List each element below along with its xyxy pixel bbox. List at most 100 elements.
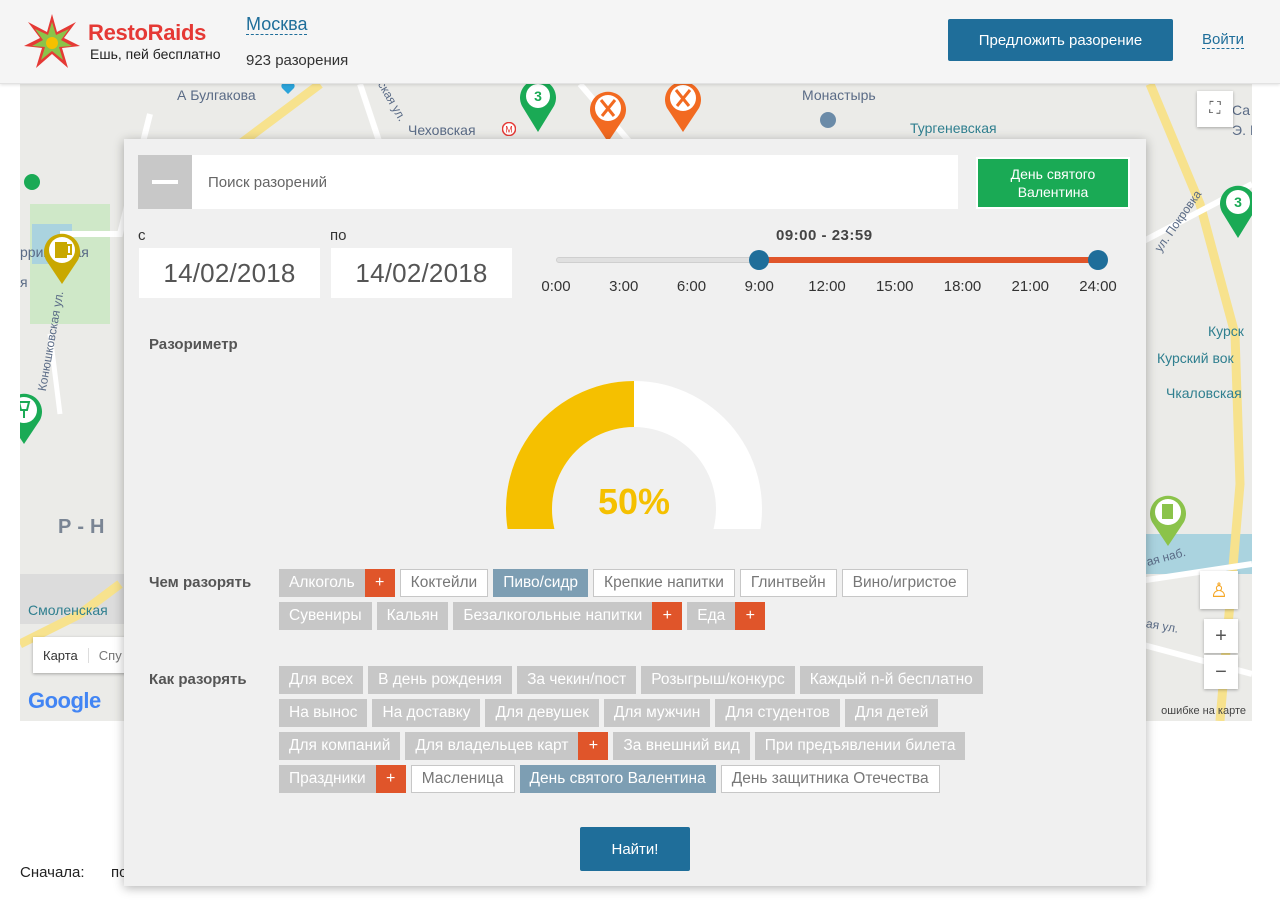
filter-tag[interactable]: Для владельцев карт + — [405, 732, 609, 760]
date-to-label: по — [330, 227, 347, 244]
filter-tag-label[interactable]: Для студентов — [715, 699, 840, 727]
filter-tag-label[interactable]: Сувениры — [279, 602, 372, 630]
collapse-panel-button[interactable] — [138, 155, 192, 209]
filter-tag-label[interactable]: День святого Валентина — [519, 765, 716, 793]
filter-tag-label[interactable]: При предъявлении билета — [754, 732, 966, 760]
filter-tag-label[interactable]: Безалкогольные напитки — [453, 602, 653, 630]
filter-tag-label[interactable]: Праздники — [279, 765, 376, 793]
filter-tag[interactable]: Для всех — [279, 666, 364, 694]
filter-tag-label[interactable]: Вино/игристое — [841, 569, 968, 597]
filter-tag-label[interactable]: За чекин/пост — [517, 666, 637, 694]
time-slider-end-handle[interactable] — [1088, 250, 1108, 270]
filter-tag-label[interactable]: Розыгрыш/конкурс — [641, 666, 795, 694]
filter-tag[interactable]: День защитника Отечества — [720, 765, 940, 793]
filter-tag[interactable]: День святого Валентина — [519, 765, 716, 793]
how-label: Как разорять — [149, 671, 247, 688]
expand-plus-icon[interactable]: + — [652, 602, 683, 630]
date-to-input[interactable]: 14/02/2018 — [331, 248, 512, 298]
filter-tag-label[interactable]: Каждый n-й бесплатно — [799, 666, 983, 694]
filter-tag[interactable]: Безалкогольные напитки + — [453, 602, 683, 630]
metro-icon: M — [502, 122, 516, 136]
filter-tag-label[interactable]: Для детей — [844, 699, 939, 727]
wine-pin-icon[interactable] — [20, 390, 46, 446]
filter-tag-label[interactable]: На вынос — [279, 699, 368, 727]
filter-tag[interactable]: Каждый n-й бесплатно — [799, 666, 983, 694]
filter-tag-label[interactable]: Пиво/сидр — [493, 569, 589, 597]
map-label-ya: я — [20, 274, 28, 290]
expand-plus-icon[interactable]: + — [375, 765, 406, 793]
filter-tag[interactable]: Алкоголь + — [279, 569, 395, 597]
filter-tag-label[interactable]: За внешний вид — [613, 732, 750, 760]
filter-tag[interactable]: Масленица — [410, 765, 515, 793]
zoom-out-button[interactable]: − — [1204, 655, 1238, 689]
filter-tag-label[interactable]: Для компаний — [279, 732, 401, 760]
filter-tag-label[interactable]: Глинтвейн — [739, 569, 837, 597]
filter-tag[interactable]: На вынос — [279, 699, 368, 727]
filter-tag[interactable]: За чекин/пост — [517, 666, 637, 694]
filter-tag[interactable]: Вино/игристое — [841, 569, 968, 597]
restaurant-pin-icon[interactable] — [586, 88, 630, 144]
date-from-input[interactable]: 14/02/2018 — [139, 248, 320, 298]
find-button[interactable]: Найти! — [580, 827, 690, 871]
filter-tag-label[interactable]: В день рождения — [368, 666, 513, 694]
propose-raid-button[interactable]: Предложить разорение — [948, 19, 1173, 61]
filter-tag[interactable]: В день рождения — [368, 666, 513, 694]
sort-label: Сначала: — [20, 864, 85, 881]
expand-plus-icon[interactable]: + — [735, 602, 766, 630]
filter-tag[interactable]: Для компаний — [279, 732, 401, 760]
filter-tag-label[interactable]: Для мужчин — [603, 699, 711, 727]
filter-tag[interactable]: Для студентов — [715, 699, 840, 727]
filter-tag[interactable]: Коктейли — [399, 569, 489, 597]
filter-tag-label[interactable]: Коктейли — [399, 569, 489, 597]
filter-tag[interactable]: Крепкие напитки — [593, 569, 735, 597]
filter-tag[interactable]: Глинтвейн — [739, 569, 837, 597]
filter-tag[interactable]: Сувениры — [279, 602, 372, 630]
filter-tag-label[interactable]: На доставку — [372, 699, 481, 727]
filter-tag-label[interactable]: Масленица — [410, 765, 515, 793]
filter-tag-label[interactable]: Для всех — [279, 666, 364, 694]
filter-tag[interactable]: Праздники + — [279, 765, 406, 793]
filter-tag-label[interactable]: День защитника Отечества — [720, 765, 940, 793]
time-tick-label: 6:00 — [676, 278, 707, 295]
pegman-icon[interactable]: ♙ — [1200, 571, 1238, 609]
brand-name[interactable]: RestoRaids — [88, 20, 206, 46]
filter-tag[interactable]: За внешний вид — [613, 732, 750, 760]
expand-plus-icon[interactable]: + — [364, 569, 395, 597]
filter-tag[interactable]: На доставку — [372, 699, 481, 727]
map-error-link[interactable]: ошибке на карте — [1161, 705, 1246, 717]
filter-tag[interactable]: Еда + — [687, 602, 766, 630]
filter-tag[interactable]: Для детей — [844, 699, 939, 727]
login-link[interactable]: Войти — [1202, 31, 1244, 49]
filter-tag-label[interactable]: Для девушек — [485, 699, 599, 727]
filter-tag[interactable]: Для девушек — [485, 699, 599, 727]
filter-tag-label[interactable]: Для владельцев карт — [405, 732, 579, 760]
fullscreen-icon[interactable]: ⛶ — [1197, 91, 1233, 127]
time-slider-start-handle[interactable] — [749, 250, 770, 270]
map-type-control[interactable]: Карта Спу — [33, 637, 129, 673]
search-input[interactable] — [192, 155, 958, 209]
city-selector[interactable]: Москва — [246, 14, 308, 35]
map-type-map[interactable]: Карта — [33, 648, 88, 663]
filter-tag-label[interactable]: Алкоголь — [279, 569, 365, 597]
restaurant-pin-icon[interactable] — [661, 84, 705, 134]
filter-tag[interactable]: Розыгрыш/конкурс — [641, 666, 795, 694]
time-range-label: 09:00 - 23:59 — [776, 227, 873, 244]
date-from-label: с — [138, 227, 146, 244]
expand-plus-icon[interactable]: + — [578, 732, 609, 760]
logo-star-icon[interactable] — [22, 12, 82, 72]
drink-pin-icon[interactable] — [1146, 492, 1190, 548]
zoom-in-button[interactable]: + — [1204, 619, 1238, 653]
filter-tag-label[interactable]: Крепкие напитки — [593, 569, 735, 597]
number-pin-icon[interactable]: 3 — [516, 84, 560, 134]
filter-tag[interactable]: Кальян — [376, 602, 449, 630]
map-label-turgenevskaya: Тургеневская — [910, 120, 997, 136]
filter-tag[interactable]: При предъявлении билета — [754, 732, 966, 760]
time-tick-label: 9:00 — [744, 278, 774, 295]
number-pin-icon[interactable]: 3 — [1216, 180, 1252, 240]
filter-tag-label[interactable]: Еда — [687, 602, 736, 630]
beer-pin-icon[interactable] — [40, 230, 84, 286]
filter-tag-label[interactable]: Кальян — [376, 602, 449, 630]
holiday-button[interactable]: День святого Валентина — [976, 157, 1130, 209]
filter-tag[interactable]: Пиво/сидр — [493, 569, 589, 597]
filter-tag[interactable]: Для мужчин — [603, 699, 711, 727]
